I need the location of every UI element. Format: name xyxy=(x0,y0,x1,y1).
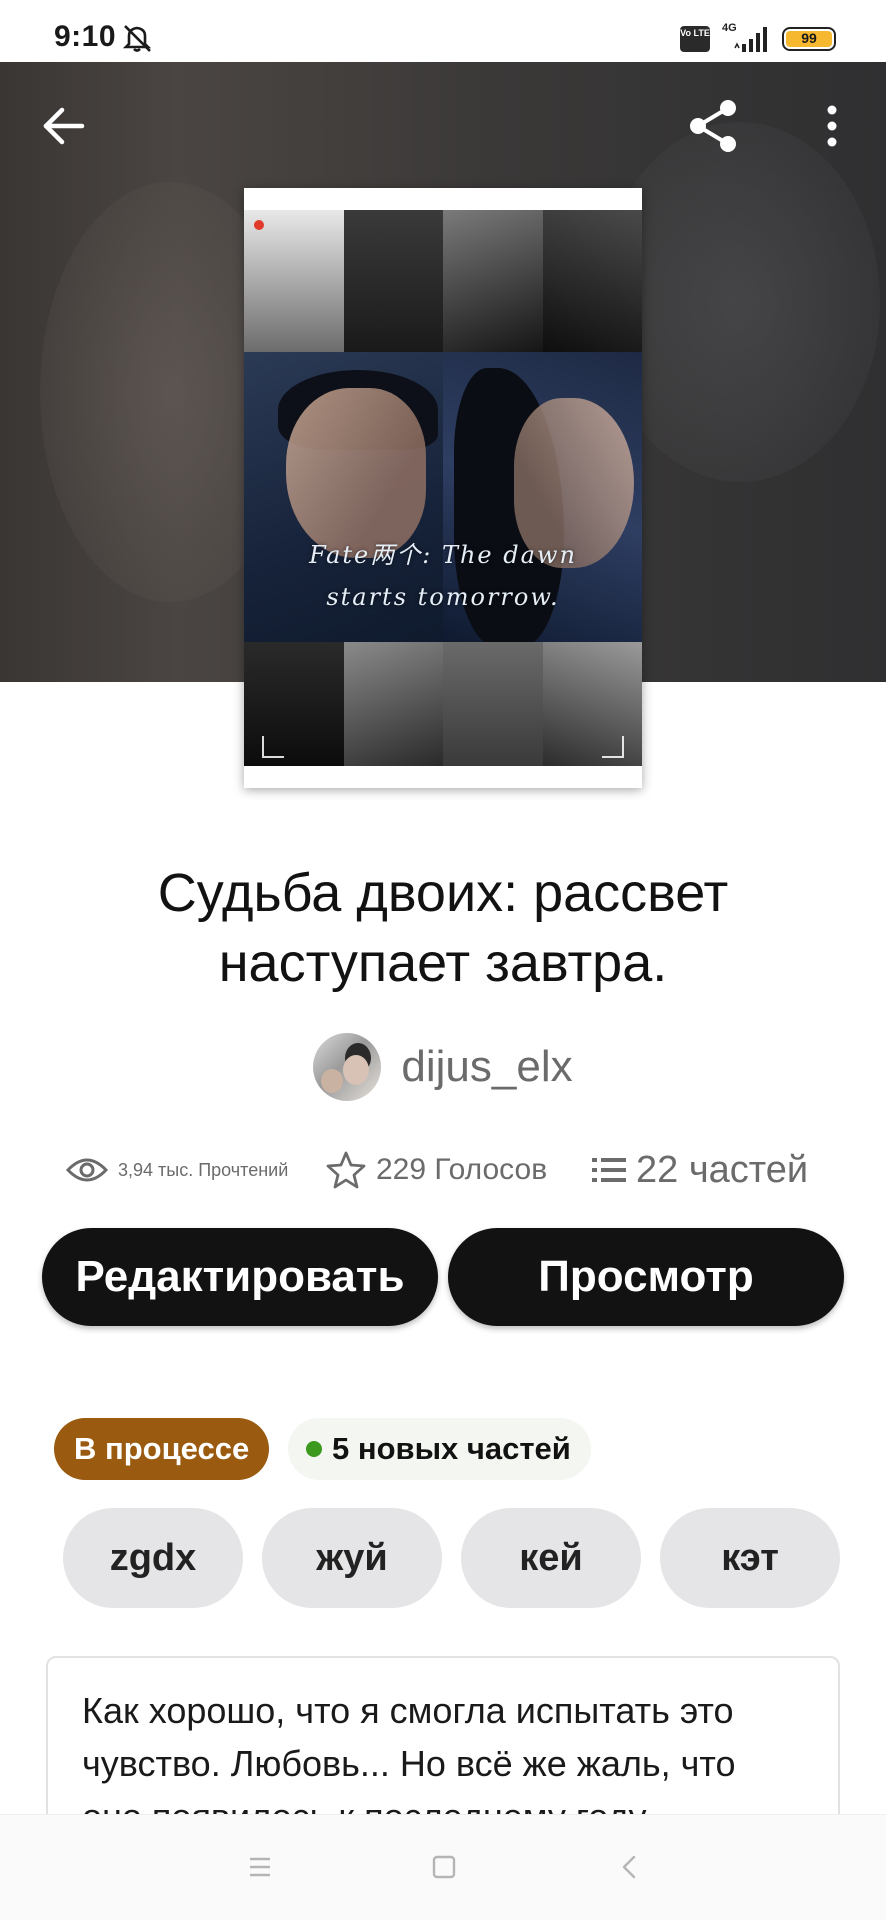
edit-button[interactable]: Редактировать xyxy=(42,1228,438,1326)
parts-stat: 22 частей xyxy=(592,1140,808,1200)
cover-title-text: Fate两个: The dawn starts tomorrow. xyxy=(309,541,577,611)
more-vertical-icon[interactable] xyxy=(810,96,854,156)
story-stats: 3,94 тыс. Прочтений 229 Голосов 22 часте… xyxy=(66,1140,846,1200)
author-row[interactable]: dijus_elx xyxy=(0,1032,886,1102)
menu-icon[interactable] xyxy=(238,1845,282,1889)
avatar[interactable] xyxy=(313,1033,382,1101)
tag-chip[interactable]: zgdx xyxy=(63,1508,243,1608)
new-parts-badge: 5 новых частей xyxy=(288,1418,591,1480)
signal-icon xyxy=(734,27,767,52)
green-dot-icon xyxy=(306,1441,322,1457)
tag-chip[interactable]: кэт xyxy=(660,1508,840,1608)
home-square-icon[interactable] xyxy=(422,1845,466,1889)
votes-stat: 229 Голосов xyxy=(326,1140,547,1200)
parts-count: 22 частей xyxy=(636,1148,809,1191)
reads-count: 3,94 тыс. Прочтений xyxy=(118,1159,289,1180)
new-parts-label: 5 новых частей xyxy=(332,1431,571,1466)
eye-icon xyxy=(66,1158,108,1182)
reads-stat: 3,94 тыс. Прочтений xyxy=(66,1140,288,1200)
book-cover[interactable]: Fate两个: The dawn starts tomorrow. xyxy=(244,188,642,788)
author-name[interactable]: dijus_elx xyxy=(401,1042,572,1092)
view-button[interactable]: Просмотр xyxy=(448,1228,844,1326)
cover-collage-bottom xyxy=(244,642,642,766)
status-bar: 9:10 Vo LTE 4G 99 xyxy=(0,0,886,62)
back-chevron-icon[interactable] xyxy=(608,1845,652,1889)
votes-count: 229 Голосов xyxy=(376,1153,548,1186)
list-icon xyxy=(592,1158,626,1182)
volte-badge: Vo LTE xyxy=(680,26,710,52)
battery-icon: 99 xyxy=(782,27,836,51)
share-icon[interactable] xyxy=(684,96,744,156)
battery-level: 99 xyxy=(786,31,832,47)
system-nav-bar xyxy=(0,1814,886,1920)
book-title: Судьба двоих: рассвет наступает завтра. xyxy=(157,863,729,993)
bell-off-icon xyxy=(122,25,152,52)
status-time: 9:10 xyxy=(54,20,117,53)
cover-collage-top xyxy=(244,210,642,352)
status-badge: В процессе xyxy=(54,1418,270,1480)
arrow-left-icon[interactable] xyxy=(36,98,92,154)
tag-chip[interactable]: жуй xyxy=(262,1508,442,1608)
star-icon xyxy=(326,1151,366,1189)
tag-chip[interactable]: кей xyxy=(461,1508,641,1608)
